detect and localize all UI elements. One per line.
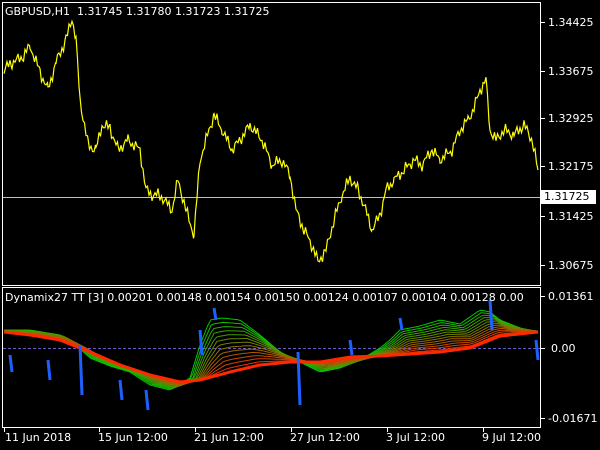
close-value: 1.31725 xyxy=(223,5,270,18)
indicator-name: Dynamix27 TT [3] xyxy=(5,291,104,304)
price-axis-label: 1.30675 xyxy=(548,259,594,272)
low-value: 1.31723 xyxy=(174,5,221,18)
indicator-axis-label: -0.01671 xyxy=(548,412,598,425)
indicator-ribbon-line xyxy=(3,319,539,388)
indicator-value: 0.00107 xyxy=(352,291,398,304)
current-price-badge: 1.31725 xyxy=(541,190,596,204)
time-axis-label: 3 Jul 12:00 xyxy=(386,431,445,444)
main-chart-frame xyxy=(2,2,541,286)
indicator-value: 0.00 xyxy=(499,291,524,304)
indicator-value: 0.00104 xyxy=(401,291,447,304)
indicator-value: 0.00124 xyxy=(303,291,349,304)
indicator-spike xyxy=(144,389,150,411)
indicator-ribbon-line xyxy=(3,321,539,387)
time-axis-label: 15 Jun 12:00 xyxy=(98,431,168,444)
time-axis-label: 27 Jun 12:00 xyxy=(290,431,360,444)
time-axis-label: 21 Jun 12:00 xyxy=(194,431,264,444)
indicator-value: 0.00154 xyxy=(205,291,251,304)
indicator-value: 0.00201 xyxy=(107,291,153,304)
indicator-spike xyxy=(118,379,124,401)
indicator-spike xyxy=(296,351,302,406)
symbol-label: GBPUSD,H1 xyxy=(5,5,70,18)
chart-header: GBPUSD,H1 1.31745 1.31780 1.31723 1.3172… xyxy=(5,5,269,18)
time-axis-label: 9 Jul 12:00 xyxy=(482,431,541,444)
indicator-spike xyxy=(78,344,84,396)
indicator-spike xyxy=(46,359,52,381)
indicator-ribbon-line xyxy=(3,326,539,386)
indicator-spike xyxy=(348,339,354,356)
time-axis-label: 11 Jun 2018 xyxy=(5,431,72,444)
indicator-ribbon xyxy=(3,299,540,411)
indicator-spike xyxy=(488,299,494,331)
price-axis-label: 1.34425 xyxy=(548,16,594,29)
indicator-frame xyxy=(2,287,541,428)
indicator-axis-label: 0.00 xyxy=(551,342,576,355)
indicator-value: 0.00128 xyxy=(450,291,496,304)
indicator-axis-label: 0.01361 xyxy=(548,290,594,303)
indicator-value: 0.00150 xyxy=(254,291,300,304)
price-axis-label: 1.32175 xyxy=(548,160,594,173)
high-value: 1.31780 xyxy=(125,5,172,18)
price-axis-label: 1.33675 xyxy=(548,65,594,78)
chart-canvas[interactable] xyxy=(0,0,600,450)
indicator-spike xyxy=(534,339,540,361)
indicator-value: 0.00148 xyxy=(156,291,202,304)
indicator-header: Dynamix27 TT [3] 0.00201 0.00148 0.00154… xyxy=(5,291,524,304)
indicator-spike xyxy=(398,317,404,331)
price-line xyxy=(3,19,539,263)
indicator-spike xyxy=(8,354,14,373)
price-axis-label: 1.31425 xyxy=(548,210,594,223)
indicator-spike xyxy=(212,307,218,321)
open-value: 1.31745 xyxy=(76,5,123,18)
price-axis-label: 1.32925 xyxy=(548,112,594,125)
indicator-spike xyxy=(198,329,204,356)
indicator-ribbon-line xyxy=(3,329,539,385)
